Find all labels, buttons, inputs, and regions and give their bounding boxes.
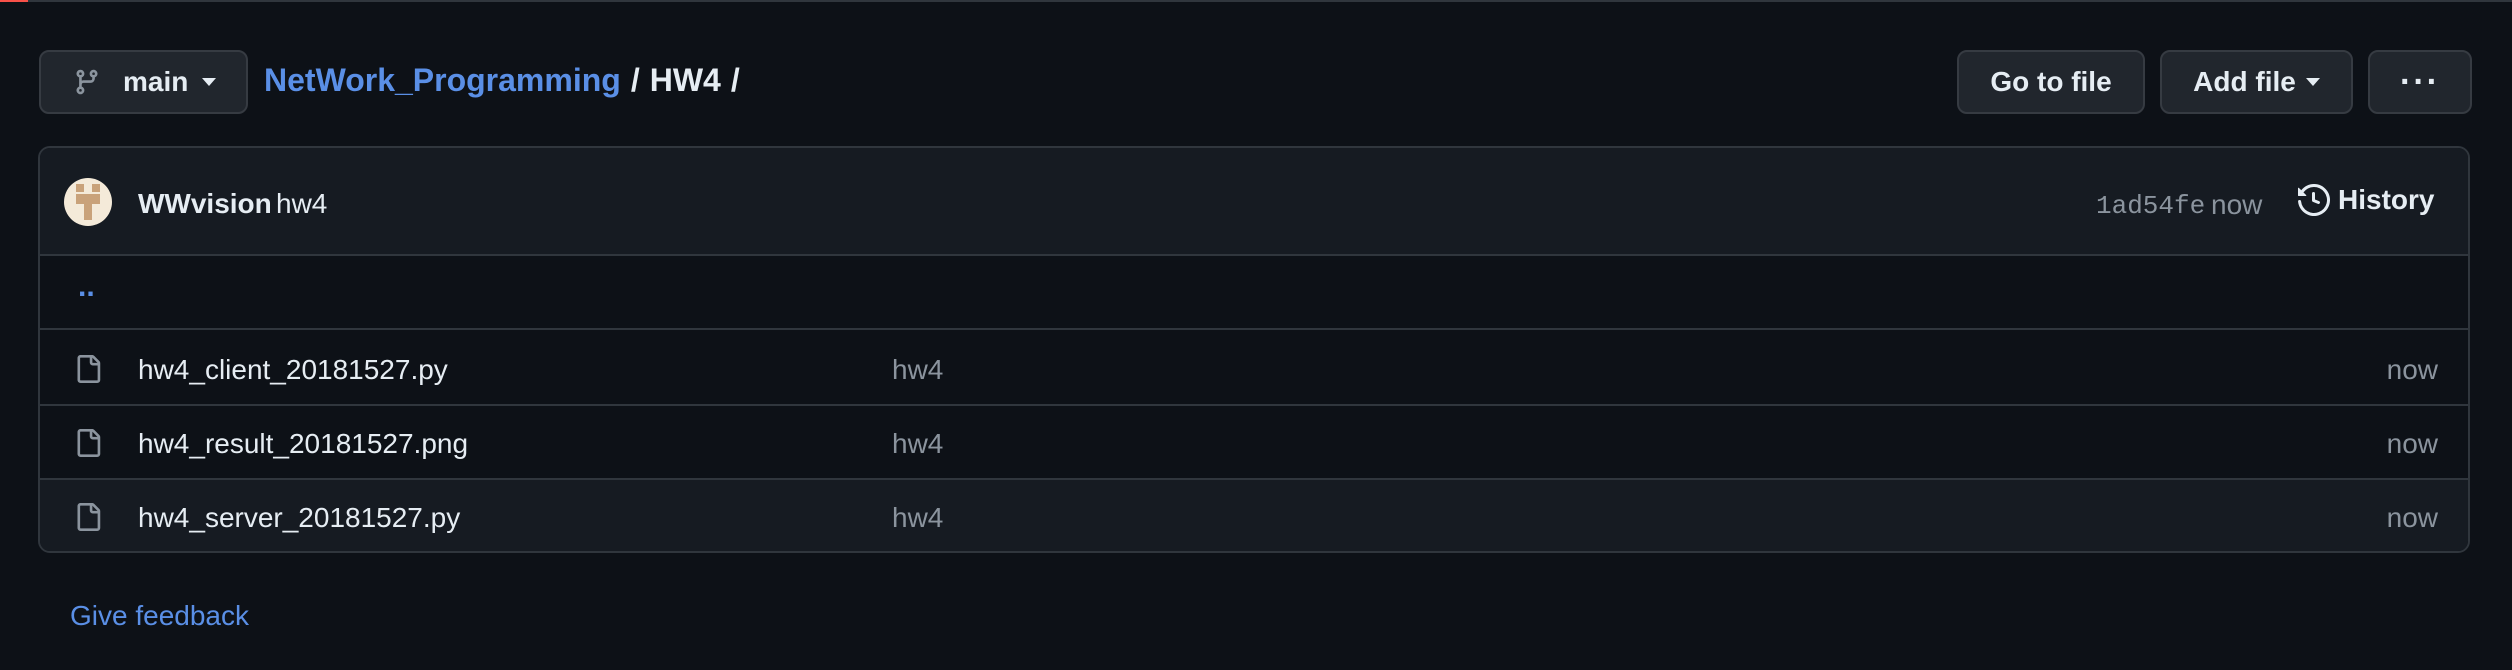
commit-author-link[interactable]: WWvision (138, 188, 272, 220)
go-to-file-label: Go to file (1990, 66, 2112, 97)
breadcrumb-current-folder: HW4 (649, 62, 721, 98)
parent-directory-link[interactable]: .. (78, 270, 95, 304)
more-options-button[interactable]: ··· (2368, 50, 2472, 114)
file-commit-time: now (2386, 428, 2438, 459)
top-border (0, 0, 2512, 2)
commit-message-link[interactable]: hw4 (276, 188, 327, 220)
file-commit-time: now (2386, 354, 2438, 385)
avatar[interactable] (64, 178, 112, 226)
parent-directory-row[interactable]: .. (40, 256, 2468, 330)
breadcrumb-separator: / (730, 62, 740, 98)
add-file-label: Add file (2193, 66, 2296, 97)
branch-selector-button[interactable]: main (39, 50, 248, 114)
file-name-link[interactable]: hw4_client_20181527.py (138, 354, 448, 386)
table-row[interactable]: hw4_result_20181527.png hw4 now (40, 406, 2468, 480)
history-button[interactable]: History (2298, 184, 2434, 216)
history-label: History (2338, 184, 2435, 215)
chevron-down-icon (2305, 78, 2320, 86)
branch-name: main (123, 66, 189, 97)
give-feedback-link[interactable]: Give feedback (70, 600, 249, 632)
file-name-link[interactable]: hw4_server_20181527.py (138, 502, 460, 534)
go-to-file-button[interactable]: Go to file (1957, 50, 2145, 114)
file-icon (77, 355, 101, 383)
file-name-link[interactable]: hw4_result_20181527.png (138, 428, 468, 460)
add-file-button[interactable]: Add file (2160, 50, 2353, 114)
git-branch-icon (76, 69, 98, 95)
file-commit-message-link[interactable]: hw4 (892, 428, 943, 460)
file-commit-message-link[interactable]: hw4 (892, 502, 943, 534)
breadcrumb: NetWork_Programming / HW4 / (264, 62, 740, 99)
file-commit-time: now (2386, 502, 2438, 533)
file-icon (77, 429, 101, 457)
chevron-down-icon (202, 78, 217, 86)
file-commit-message-link[interactable]: hw4 (892, 354, 943, 386)
history-icon (2298, 184, 2330, 216)
file-table: WWvision hw4 1ad54fe now History .. hw4_… (38, 146, 2470, 553)
file-icon (77, 503, 101, 531)
table-row[interactable]: hw4_client_20181527.py hw4 now (40, 332, 2468, 406)
latest-commit-row: WWvision hw4 1ad54fe now History (40, 148, 2468, 256)
table-row[interactable]: hw4_server_20181527.py hw4 now (40, 480, 2468, 551)
top-accent (0, 0, 28, 2)
commit-sha-link[interactable]: 1ad54fe (2096, 191, 2205, 221)
breadcrumb-repo-link[interactable]: NetWork_Programming (264, 62, 621, 99)
kebab-horizontal-icon: ··· (2400, 62, 2440, 101)
breadcrumb-separator: / (630, 62, 640, 98)
commit-time: now (2211, 189, 2263, 220)
